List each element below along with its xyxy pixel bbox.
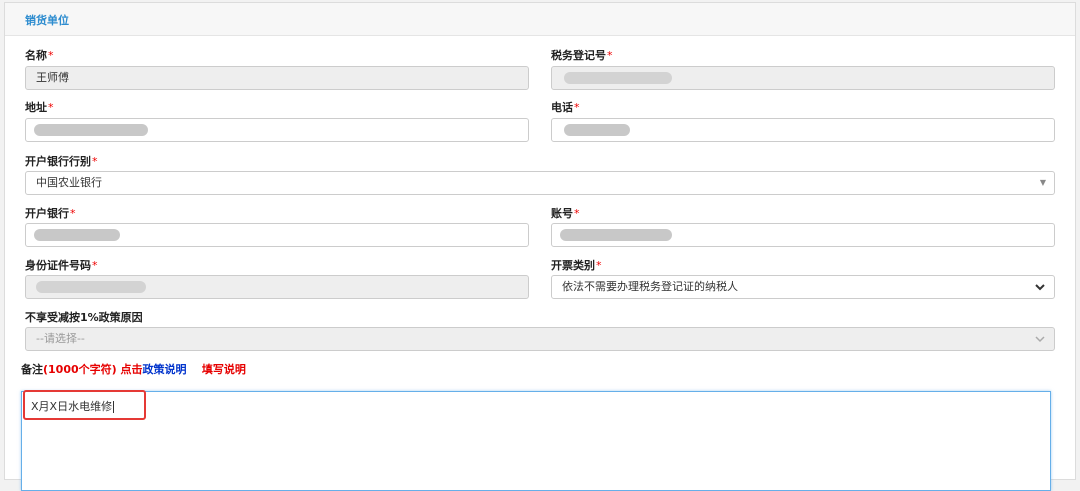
phone-input[interactable] — [551, 118, 1055, 142]
panel-title: 销货单位 — [25, 14, 69, 27]
reduction-reason-label: 不享受减按1%政策原因 — [25, 311, 143, 324]
note-textarea[interactable]: X月X日水电维修 — [21, 391, 1051, 491]
note-prefix: 备注 — [21, 363, 43, 376]
redaction-blur — [34, 229, 120, 241]
address-label: 地址* — [25, 101, 54, 114]
reduction-reason-select[interactable]: --请选择-- — [25, 327, 1055, 351]
bank-type-value: 中国农业银行 — [36, 176, 102, 189]
note-text: X月X日水电维修 — [31, 400, 115, 413]
id-number-field[interactable] — [25, 275, 529, 299]
invoice-type-label: 开票类别* — [551, 259, 602, 272]
name-value: 王师傅 — [36, 71, 69, 84]
name-field[interactable]: 王师傅 — [25, 66, 529, 90]
redaction-blur — [34, 124, 148, 136]
chevron-down-icon — [1035, 336, 1045, 343]
address-input[interactable] — [25, 118, 529, 142]
redaction-blur — [560, 229, 672, 241]
chevron-down-icon — [1035, 284, 1045, 291]
note-limit: (1000个字符) 点击 — [43, 363, 143, 376]
account-input[interactable] — [551, 223, 1055, 247]
invoice-type-select[interactable]: 依法不需要办理税务登记证的纳税人 — [551, 275, 1055, 299]
policy-link[interactable]: 政策说明 — [143, 363, 187, 376]
id-number-label: 身份证件号码* — [25, 259, 98, 272]
panel-header: 销货单位 — [5, 3, 1075, 36]
bank-type-select[interactable]: 中国农业银行 ▼ — [25, 171, 1055, 195]
note-label: 备注(1000个字符) 点击政策说明 填写说明 — [21, 361, 246, 377]
redaction-blur — [564, 72, 672, 84]
bank-type-label: 开户银行行别* — [25, 155, 98, 168]
phone-label: 电话* — [551, 101, 580, 114]
bank-label: 开户银行* — [25, 207, 76, 220]
invoice-type-value: 依法不需要办理税务登记证的纳税人 — [562, 280, 738, 293]
name-label: 名称* — [25, 49, 54, 62]
caret-down-icon: ▼ — [1039, 178, 1046, 187]
tax-reg-no-label: 税务登记号* — [551, 49, 613, 62]
bank-input[interactable] — [25, 223, 529, 247]
tax-reg-no-field[interactable] — [551, 66, 1055, 90]
redaction-blur — [564, 124, 630, 136]
fill-instructions-link[interactable]: 填写说明 — [202, 363, 246, 376]
redaction-blur — [36, 281, 146, 293]
text-cursor — [113, 401, 115, 413]
reduction-reason-placeholder: --请选择-- — [36, 332, 85, 345]
account-label: 账号* — [551, 207, 580, 220]
